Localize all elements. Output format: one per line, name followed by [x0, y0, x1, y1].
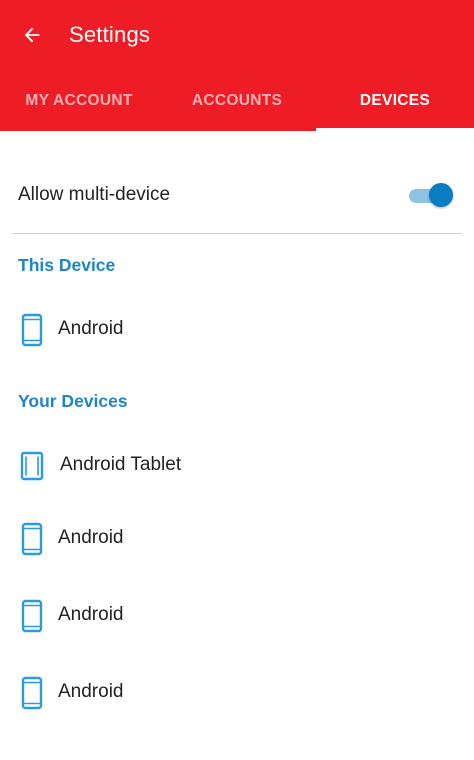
tab-devices[interactable]: DEVICES — [316, 70, 474, 131]
device-name: Android — [58, 318, 124, 339]
arrow-back-icon — [24, 27, 40, 43]
multi-device-toggle[interactable] — [407, 182, 455, 208]
tab-label: MY ACCOUNT — [25, 91, 133, 109]
device-row-android[interactable]: Android — [0, 663, 474, 723]
device-name: Android Tablet — [60, 454, 182, 475]
page-title: Settings — [69, 22, 151, 47]
device-name: Android — [58, 681, 124, 702]
your-devices-header: Your Devices — [18, 391, 128, 411]
multi-device-setting-row: Allow multi-device — [0, 162, 474, 228]
device-row-android[interactable]: Android — [0, 509, 474, 569]
this-device-header: This Device — [18, 255, 116, 275]
tab-my-account[interactable]: MY ACCOUNT — [0, 70, 158, 131]
divider — [12, 233, 462, 234]
app-bar: Settings MY ACCOUNT ACCOUNTS DEVICES — [0, 0, 474, 131]
toggle-thumb — [429, 183, 453, 207]
device-name: Android — [58, 527, 124, 548]
phone-icon — [21, 676, 43, 710]
phone-icon — [21, 522, 43, 556]
tab-bar: MY ACCOUNT ACCOUNTS DEVICES — [0, 70, 474, 131]
device-row-android-tablet[interactable]: Android Tablet — [0, 436, 474, 496]
tab-label: DEVICES — [359, 91, 431, 109]
phone-icon — [21, 313, 43, 347]
device-row-android[interactable]: Android — [0, 586, 474, 646]
tab-label: ACCOUNTS — [191, 91, 283, 109]
phone-icon — [21, 599, 43, 633]
tablet-icon — [20, 451, 44, 481]
multi-device-label: Allow multi-device — [18, 184, 171, 205]
back-button[interactable] — [12, 15, 52, 55]
device-name: Android — [58, 604, 124, 625]
device-row-this-device[interactable]: Android — [0, 300, 474, 360]
active-tab-indicator — [316, 128, 474, 131]
tab-accounts[interactable]: ACCOUNTS — [158, 70, 316, 131]
